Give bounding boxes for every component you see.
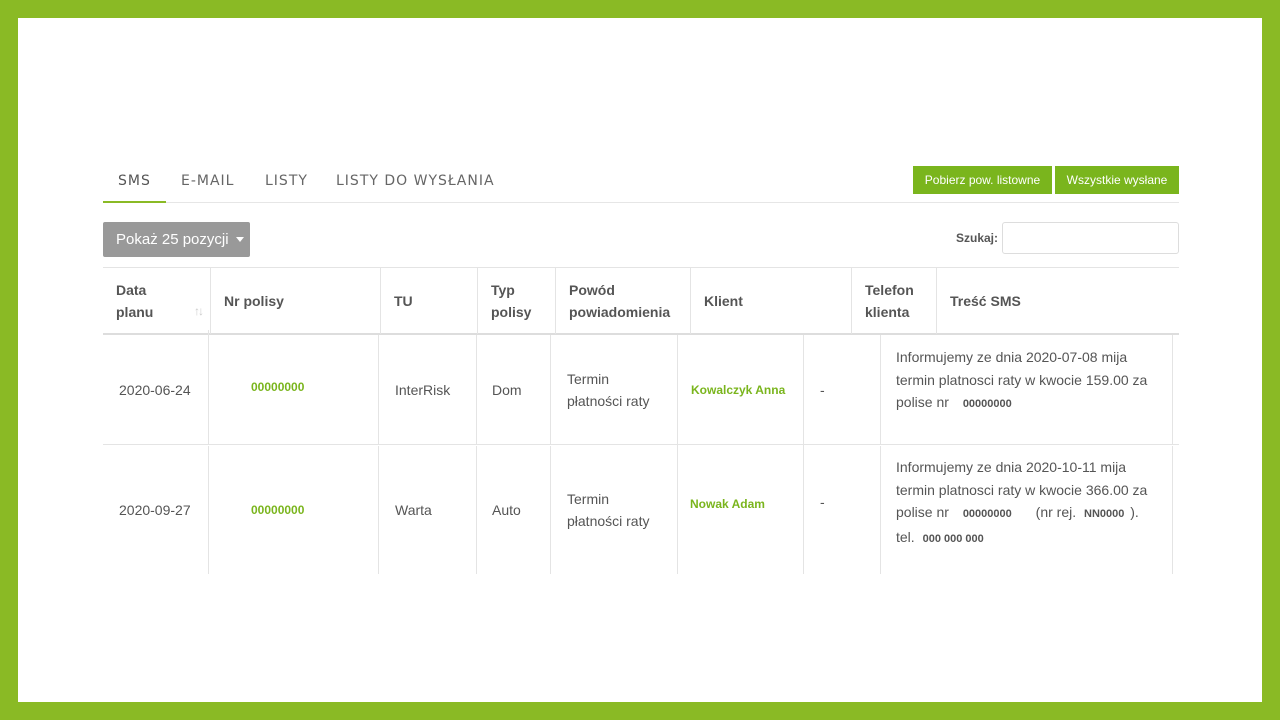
column-header-type-line1: Typ [491, 282, 515, 298]
page-frame: SMS E-MAIL LISTY LISTY DO WYSŁANIA Pobie… [18, 18, 1262, 702]
caret-down-icon [235, 236, 244, 242]
policy-link[interactable]: 00000000 [251, 499, 304, 521]
sms-reg-suffix: ). [1130, 504, 1139, 520]
type-value: Auto [492, 502, 521, 518]
cell-sms: Informujemy ze dnia 2020-10-11 mija term… [880, 446, 1172, 574]
table-row[interactable]: 2020-09-27 00000000 Warta Auto Termin pła… [103, 430, 1179, 574]
tu-value: Warta [395, 502, 432, 518]
sms-line3-prefix: polise nr [896, 504, 949, 520]
all-sent-button[interactable]: Wszystkie wysłane [1055, 166, 1179, 194]
client-link[interactable]: Kowalczyk Anna [691, 379, 785, 401]
cell-type: Auto [476, 446, 550, 574]
column-header-reason[interactable]: Powód powiadomienia [555, 268, 690, 334]
cell-date: 2020-09-27 [103, 446, 208, 574]
sms-policy-number: 00000000 [962, 398, 1012, 410]
page-size-label: Pokaż 25 pozycji [116, 231, 229, 248]
cell-reason: Termin płatności raty [550, 446, 677, 574]
tab-letters-to-send[interactable]: LISTY DO WYSŁANIA [336, 166, 495, 203]
cell-sms: Informujemy ze dnia 2020-07-08 mija term… [880, 335, 1172, 444]
column-header-client[interactable]: Klient [690, 268, 851, 334]
table-row[interactable]: 2020-06-24 00000000 InterRisk Dom Termin… [103, 330, 1179, 445]
page-size-dropdown[interactable]: Pokaż 25 pozycji [103, 222, 250, 257]
sms-line2: termin platnosci raty w kwocie 159.00 za [896, 371, 1148, 388]
cell-policy: 00000000 [208, 446, 378, 574]
cell-tu: InterRisk [378, 335, 476, 444]
column-header-date[interactable]: Data planu ↑↓ [103, 268, 210, 334]
reason-line2: płatności raty [567, 392, 650, 409]
cell-extra [1172, 335, 1179, 444]
column-header-client-label: Klient [704, 293, 743, 309]
cell-phone: - [803, 430, 880, 574]
sms-reg-number: NN0000 [1084, 508, 1125, 520]
column-header-sms[interactable]: Treść SMS [936, 268, 1179, 334]
type-value: Dom [492, 381, 522, 398]
column-header-type[interactable]: Typ polisy [477, 268, 555, 334]
sms-policy-number: 00000000 [962, 508, 1012, 520]
tu-value: InterRisk [395, 381, 451, 398]
sms-line1: Informujemy ze dnia 2020-07-08 mija [896, 349, 1128, 365]
cell-client: Nowak Adam [677, 434, 803, 574]
sms-line3-prefix: polise nr [896, 394, 949, 410]
cell-policy: 00000000 [208, 330, 378, 444]
sms-text: Informujemy ze dnia 2020-10-11 mija term… [896, 456, 1147, 550]
search-label: Szukaj: [956, 231, 999, 245]
date-value: 2020-06-24 [119, 381, 191, 398]
column-header-sms-label: Treść SMS [950, 293, 1021, 309]
column-header-tu[interactable]: TU [380, 268, 477, 334]
sms-line1: Informujemy ze dnia 2020-10-11 mija [896, 459, 1127, 475]
column-header-policy[interactable]: Nr polisy [210, 268, 380, 334]
tab-letters[interactable]: LISTY [265, 166, 308, 203]
column-header-phone-line2: klienta [865, 304, 910, 320]
sms-phone-number: 000 000 000 [922, 532, 984, 545]
date-value: 2020-09-27 [119, 502, 191, 518]
phone-value: - [820, 494, 825, 510]
sms-reg-prefix: (nr rej. [1035, 504, 1077, 520]
column-header-reason-line2: powiadomienia [569, 304, 671, 320]
tab-sms[interactable]: SMS [103, 166, 166, 203]
column-header-phone[interactable]: Telefon klienta [851, 268, 936, 334]
download-letters-button[interactable]: Pobierz pow. listowne [913, 166, 1052, 194]
cell-client: Kowalczyk Anna [677, 335, 803, 444]
cell-phone: - [803, 335, 880, 444]
sms-line2: termin platnosci raty w kwocie 366.00 za [896, 481, 1148, 498]
cell-date: 2020-06-24 [103, 335, 208, 444]
cell-extra [1172, 446, 1179, 574]
sms-line4-prefix: tel. [896, 528, 915, 545]
sort-icon: ↑↓ [194, 304, 204, 318]
column-header-date-line1: Data [116, 282, 147, 298]
column-header-reason-line1: Powód [569, 282, 615, 298]
reason-line2: płatności raty [567, 513, 650, 529]
sms-text: Informujemy ze dnia 2020-07-08 mija term… [896, 346, 1147, 416]
policy-link[interactable]: 00000000 [251, 376, 304, 398]
cell-reason: Termin płatności raty [550, 335, 677, 444]
cell-tu: Warta [378, 446, 476, 574]
column-header-tu-label: TU [394, 293, 413, 309]
phone-value: - [820, 381, 825, 398]
reason-line1: Termin [567, 491, 610, 507]
reason-line1: Termin [567, 370, 610, 387]
column-header-policy-label: Nr polisy [224, 293, 284, 309]
tab-email[interactable]: E-MAIL [181, 166, 234, 203]
search-input[interactable] [1002, 222, 1179, 254]
client-link[interactable]: Nowak Adam [690, 493, 765, 515]
cell-type: Dom [476, 335, 550, 444]
table-header: Data planu ↑↓ Nr polisy TU Typ polisy Powó… [103, 267, 1179, 335]
column-header-date-line2: planu [116, 304, 154, 320]
column-header-phone-line1: Telefon [865, 282, 914, 298]
column-header-type-line2: polisy [491, 304, 532, 320]
